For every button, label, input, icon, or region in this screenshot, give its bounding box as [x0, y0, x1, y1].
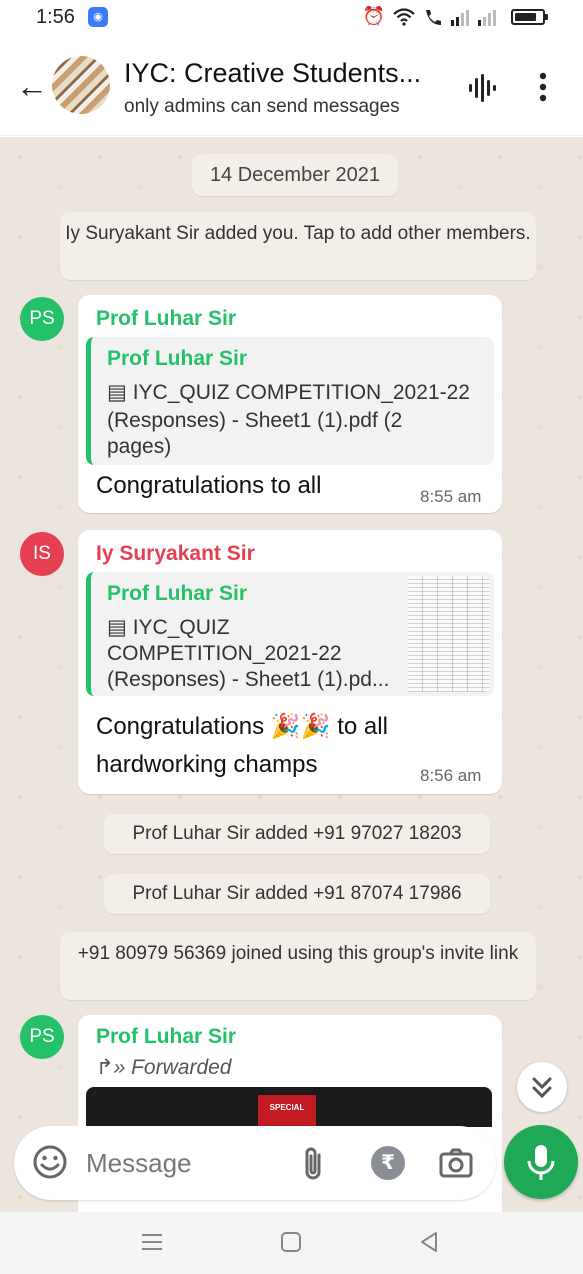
battery-icon: [511, 8, 548, 25]
document-icon: ▤: [107, 616, 133, 639]
menu-nav-icon[interactable]: [140, 1230, 164, 1254]
call-icon: [426, 9, 441, 25]
party-popper-emoji: 🎉: [270, 713, 301, 740]
sender-avatar[interactable]: IS: [20, 532, 64, 576]
payment-icon[interactable]: ₹: [371, 1146, 405, 1180]
message-bubble[interactable]: Prof Luhar Sir Prof Luhar Sir ▤ IYC_QUIZ…: [78, 295, 502, 513]
system-message: Iy Suryakant Sir added you. Tap to add o…: [60, 212, 536, 280]
chat-area[interactable]: 14 December 2021 Iy Suryakant Sir added …: [0, 137, 583, 1212]
more-options-icon[interactable]: [538, 72, 548, 102]
image-badge: SPECIAL: [258, 1095, 316, 1127]
message-text: Congratulations to all: [96, 472, 322, 499]
quoted-text-line: ▤ IYC_QUIZ: [107, 616, 230, 639]
status-bar: 1:56 ◉ ⏰: [0, 0, 583, 36]
alarm-icon: ⏰: [362, 6, 385, 26]
forwarded-image[interactable]: SPECIAL: [86, 1087, 492, 1127]
message-text: Congratulations 🎉🎉 to all: [96, 713, 388, 740]
quoted-text-line: (Responses) - Sheet1 (1).pdf (2: [107, 409, 403, 432]
message-text-line2: hardworking champs: [96, 751, 318, 778]
document-thumbnail[interactable]: [408, 576, 490, 692]
camera-icon[interactable]: [438, 1146, 474, 1180]
group-avatar[interactable]: [52, 56, 110, 114]
microphone-icon: [527, 1145, 555, 1180]
attach-icon[interactable]: [299, 1145, 329, 1183]
forwarded-label: ↱» Forwarded: [96, 1056, 232, 1079]
group-title[interactable]: IYC: Creative Students...: [124, 58, 421, 89]
wifi-icon: [393, 7, 415, 26]
scroll-down-button[interactable]: [517, 1062, 567, 1112]
group-subtitle: only admins can send messages: [124, 96, 400, 117]
party-popper-emoji: 🎉: [300, 713, 331, 740]
status-icons: ⏰: [362, 6, 548, 27]
signal-icon: [451, 9, 496, 26]
quoted-text-line: (Responses) - Sheet1 (1).pd...: [107, 668, 390, 691]
system-message: Prof Luhar Sir added +91 87074 17986: [104, 874, 490, 914]
voice-chat-icon[interactable]: [466, 72, 498, 104]
quoted-sender: Prof Luhar Sir: [107, 582, 248, 605]
message-input-bar[interactable]: Message ₹: [14, 1126, 496, 1200]
system-message: Prof Luhar Sir added +91 97027 18203: [104, 814, 490, 854]
quoted-text-line: ▤ IYC_QUIZ COMPETITION_2021-22: [107, 381, 470, 404]
quoted-sender: Prof Luhar Sir: [107, 347, 248, 370]
message-bubble[interactable]: Iy Suryakant Sir Prof Luhar Sir ▤ IYC_QU…: [78, 530, 502, 794]
sender-name[interactable]: Iy Suryakant Sir: [96, 542, 255, 566]
message-input[interactable]: Message: [86, 1148, 192, 1179]
quoted-text-line: COMPETITION_2021-22: [107, 642, 342, 665]
notification-app-icon: ◉: [88, 7, 108, 27]
back-nav-icon[interactable]: [417, 1230, 441, 1254]
status-time: 1:56: [36, 6, 75, 28]
sender-name[interactable]: Prof Luhar Sir: [96, 1025, 236, 1049]
quoted-message[interactable]: Prof Luhar Sir ▤ IYC_QUIZ COMPETITION_20…: [86, 337, 494, 465]
sender-name[interactable]: Prof Luhar Sir: [96, 307, 236, 331]
system-message: +91 80979 56369 joined using this group'…: [60, 932, 536, 1000]
sender-avatar[interactable]: PS: [20, 297, 64, 341]
back-arrow-icon[interactable]: ←: [16, 70, 48, 102]
quoted-message[interactable]: Prof Luhar Sir ▤ IYC_QUIZ COMPETITION_20…: [86, 572, 494, 696]
emoji-icon[interactable]: [32, 1144, 68, 1180]
sender-avatar[interactable]: PS: [20, 1015, 64, 1059]
mic-button[interactable]: [504, 1125, 578, 1199]
message-time: 8:56 am: [420, 766, 482, 785]
quoted-text-line: pages): [107, 435, 172, 458]
home-nav-icon[interactable]: [279, 1230, 303, 1254]
system-nav-bar: [0, 1212, 583, 1274]
message-time: 8:55 am: [420, 487, 482, 506]
document-icon: ▤: [107, 381, 133, 404]
double-chevron-down-icon: [532, 1077, 552, 1099]
date-chip: 14 December 2021: [192, 154, 398, 196]
forwarded-icon: ↱»: [96, 1056, 132, 1079]
chat-header: ← IYC: Creative Students... only admins …: [0, 36, 583, 136]
